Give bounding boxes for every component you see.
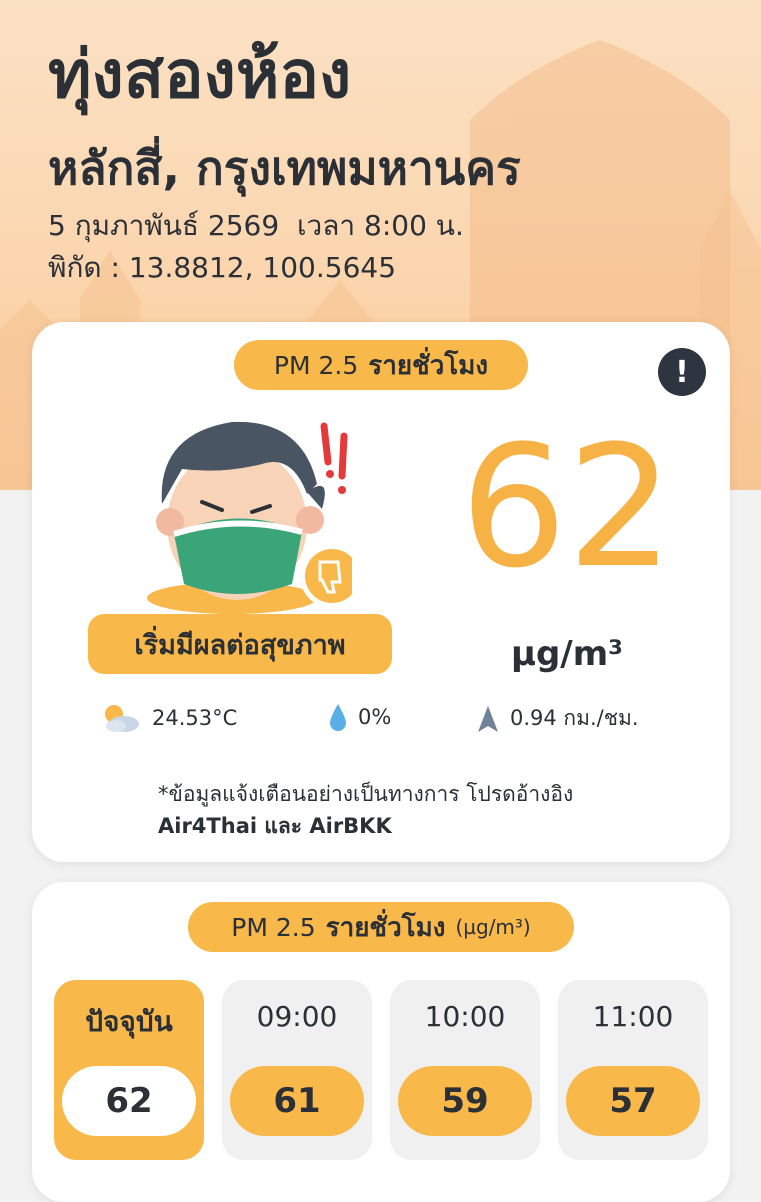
rain-value: 0% xyxy=(358,705,392,729)
location-name: ทุ่งสองห้อง xyxy=(48,36,352,113)
slot-time: 09:00 xyxy=(256,1000,338,1033)
pm25-current-value: 62 xyxy=(460,409,674,605)
note-line-1: *ข้อมูลแจ้งเตือนอย่างเป็นทางการ โปรดอ้าง… xyxy=(158,782,574,806)
slot-value: 57 xyxy=(566,1066,700,1136)
health-status-badge: เริ่มมีผลต่อสุขภาพ xyxy=(88,614,392,674)
slot-time: 10:00 xyxy=(424,1000,506,1033)
hourly-forecast-card: PM 2.5 รายชั่วโมง (µg/m³) ปัจจุบัน 62 09… xyxy=(32,882,730,1202)
pill-bold-label: รายชั่วโมง xyxy=(325,912,446,943)
note-line-2: Air4Thai และ AirBKK xyxy=(158,814,392,838)
pill-unit: (µg/m³) xyxy=(455,915,531,939)
wind-direction-icon xyxy=(478,705,498,732)
official-data-note: *ข้อมูลแจ้งเตือนอย่างเป็นทางการ โปรดอ้าง… xyxy=(158,778,573,842)
location-district: หลักสี่, กรุงเทพมหานคร xyxy=(48,141,521,195)
forecast-slot-1000[interactable]: 10:00 59 xyxy=(390,980,540,1160)
temperature-value: 24.53°C xyxy=(152,706,238,730)
slot-value: 61 xyxy=(230,1066,364,1136)
wind-item: 0.94 กม./ชม. xyxy=(476,702,639,735)
pm25-hourly-pill: PM 2.5 รายชั่วโมง xyxy=(234,340,528,390)
pm25-hourly-unit-pill: PM 2.5 รายชั่วโมง (µg/m³) xyxy=(188,902,574,952)
forecast-slot-1100[interactable]: 11:00 57 xyxy=(558,980,708,1160)
partly-cloudy-icon xyxy=(105,705,139,732)
slot-value: 59 xyxy=(398,1066,532,1136)
pill-bold-label: รายชั่วโมง xyxy=(368,350,489,381)
forecast-slot-current[interactable]: ปัจจุบัน 62 xyxy=(54,980,204,1160)
forecast-slot-0900[interactable]: 09:00 61 xyxy=(222,980,372,1160)
pill-label: PM 2.5 xyxy=(273,350,359,380)
weather-row: 24.53°C 0% 0.94 กม./ชม. xyxy=(32,702,730,742)
pill-label: PM 2.5 xyxy=(231,912,316,942)
slot-time: ปัจจุบัน xyxy=(85,1005,173,1038)
slot-value: 62 xyxy=(62,1066,196,1136)
slot-time: 11:00 xyxy=(592,1000,674,1033)
date-time: 5 กุมภาพันธ์ 2569 เวลา 8:00 น. xyxy=(48,209,464,242)
rain-item: 0% xyxy=(328,702,391,732)
current-pm25-card: PM 2.5 รายชั่วโมง ! เริ่มมีผลต่อสุขภาพ 6… xyxy=(32,322,730,862)
wind-value: 0.94 กม./ชม. xyxy=(510,706,639,730)
pm25-unit: µg/m³ xyxy=(510,634,624,674)
temperature-item: 24.53°C xyxy=(100,702,237,734)
coordinates: พิกัด : 13.8812, 100.5645 xyxy=(48,251,397,284)
masked-face-mascot-icon xyxy=(147,421,352,614)
info-icon[interactable]: ! xyxy=(658,348,706,396)
water-drop-icon xyxy=(330,704,346,731)
